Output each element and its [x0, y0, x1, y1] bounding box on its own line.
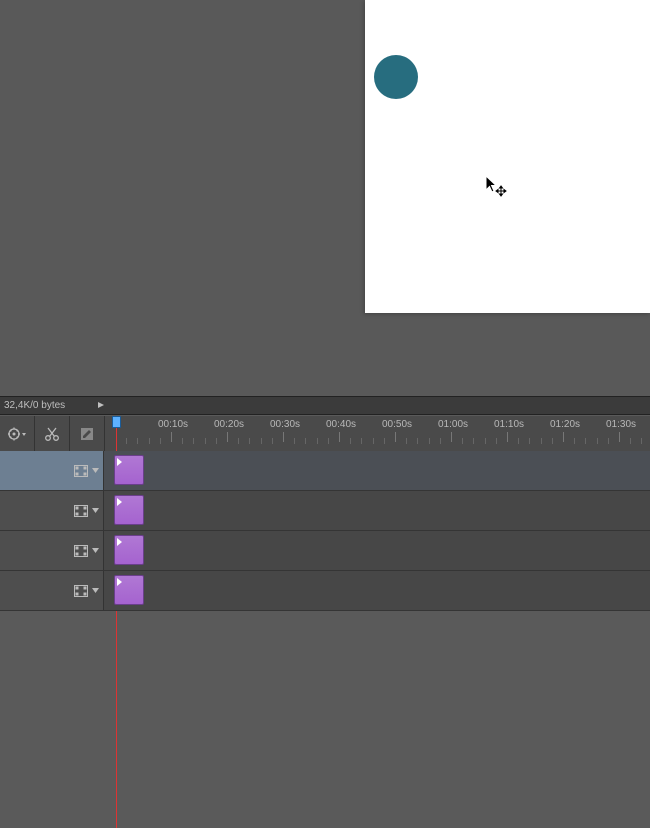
- edit-button[interactable]: [70, 416, 105, 452]
- timeline-panel: 00:10s 00:20s 00:30s 00:40s 00:50s 01:00s 01:1…: [0, 415, 650, 599]
- clip[interactable]: [114, 495, 144, 525]
- clip-expand-icon: [117, 538, 122, 546]
- track-content[interactable]: [104, 451, 650, 490]
- ruler-label: 00:40s: [323, 419, 359, 430]
- canvas[interactable]: [365, 0, 650, 313]
- filmstrip-icon: [74, 585, 88, 597]
- cut-button[interactable]: [35, 416, 70, 452]
- ruler-label: 00:50s: [379, 419, 415, 430]
- track-row[interactable]: [0, 531, 650, 571]
- ruler-label: 01:00s: [435, 419, 471, 430]
- track-gutter[interactable]: [0, 531, 104, 570]
- dropdown-icon[interactable]: [92, 468, 99, 473]
- filmstrip-icon: [74, 465, 88, 477]
- expand-arrow-icon[interactable]: [97, 400, 105, 412]
- track-gutter[interactable]: [0, 571, 104, 610]
- playhead[interactable]: [112, 416, 121, 428]
- filmstrip-icon: [74, 505, 88, 517]
- ruler-label: 01:30s: [603, 419, 639, 430]
- track-row[interactable]: [0, 451, 650, 491]
- clip-expand-icon: [117, 498, 122, 506]
- clip-expand-icon: [117, 458, 122, 466]
- time-ruler[interactable]: 00:10s 00:20s 00:30s 00:40s 00:50s 01:00s 01:1…: [105, 416, 650, 452]
- tracks-area: [0, 451, 650, 599]
- track-content[interactable]: [104, 531, 650, 570]
- stage-area: [0, 0, 650, 396]
- status-bar: 32,4K/0 bytes: [0, 396, 650, 415]
- ruler-label: 00:30s: [267, 419, 303, 430]
- ruler-label: 01:10s: [491, 419, 527, 430]
- ruler-label: 01:20s: [547, 419, 583, 430]
- track-gutter[interactable]: [0, 491, 104, 530]
- dropdown-icon[interactable]: [92, 588, 99, 593]
- dropdown-icon[interactable]: [92, 548, 99, 553]
- timeline-header: 00:10s 00:20s 00:30s 00:40s 00:50s 01:00s 01:1…: [0, 415, 650, 453]
- clip[interactable]: [114, 455, 144, 485]
- track-gutter[interactable]: [0, 451, 104, 490]
- filmstrip-icon: [74, 545, 88, 557]
- clip[interactable]: [114, 575, 144, 605]
- clip[interactable]: [114, 535, 144, 565]
- shape-circle[interactable]: [374, 55, 418, 99]
- dropdown-icon[interactable]: [92, 508, 99, 513]
- track-row[interactable]: [0, 491, 650, 531]
- ruler-label: 00:20s: [211, 419, 247, 430]
- clip-expand-icon: [117, 578, 122, 586]
- status-text: 32,4K/0 bytes: [0, 400, 65, 411]
- track-row[interactable]: [0, 571, 650, 611]
- ruler-label: 00:10s: [155, 419, 191, 430]
- track-content[interactable]: [104, 491, 650, 530]
- track-content[interactable]: [104, 571, 650, 610]
- settings-button[interactable]: [0, 416, 35, 452]
